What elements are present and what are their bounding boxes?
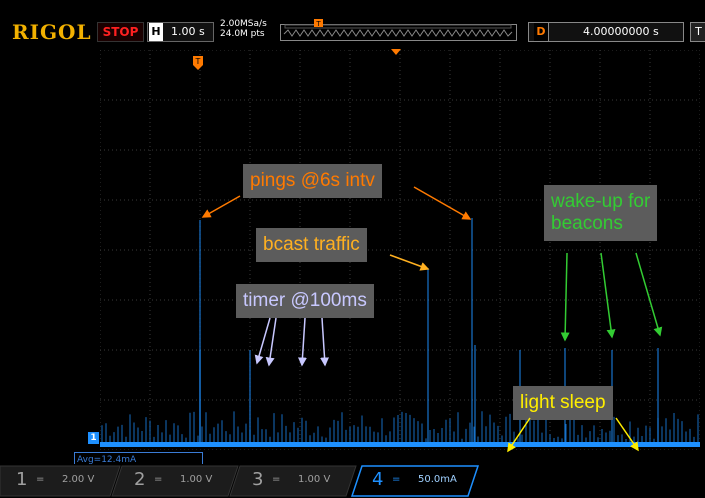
channel-3-scale: 1.00 V <box>298 474 331 485</box>
channel-2-scale: 1.00 V <box>180 474 213 485</box>
oscilloscope-screen: RIGOL STOP H 1.00 s 2.00MSa/s 24.0M pts T… <box>0 0 705 498</box>
channel-1-coupling: = <box>36 474 45 485</box>
arrow-wake-1 <box>560 252 570 342</box>
channel-2-coupling: = <box>154 474 163 485</box>
arrow-pings-left <box>201 195 241 218</box>
channel-4-scale: 50.0mA <box>418 474 457 485</box>
arrow-pings-right <box>413 186 472 220</box>
arrow-sleep-right <box>615 417 639 452</box>
channel-2-number: 2 <box>134 469 146 490</box>
channel-3-coupling: = <box>272 474 281 485</box>
channel-3-number: 3 <box>252 469 264 490</box>
arrow-timer-3 <box>297 317 307 367</box>
channel-4-coupling: = <box>392 474 401 485</box>
arrow-bcast <box>389 254 430 271</box>
annotation-arrows <box>201 186 663 453</box>
channel-1-scale: 2.00 V <box>62 474 95 485</box>
arrow-timer-4 <box>320 317 330 367</box>
arrow-timer-1 <box>254 317 271 365</box>
channel-1-info[interactable]: 1 = 2.00 V <box>10 466 110 494</box>
channel-4-number: 4 <box>372 469 384 490</box>
channel-3-info[interactable]: 3 = 1.00 V <box>246 466 346 494</box>
channel-2-info[interactable]: 2 = 1.00 V <box>128 466 228 494</box>
channel-ground-marker[interactable]: 1 <box>88 432 99 444</box>
arrow-sleep-left <box>507 417 531 453</box>
arrow-wake-2 <box>600 252 616 339</box>
channel-1-number: 1 <box>16 469 28 490</box>
channel-4-info[interactable]: 4 = 50.0mA <box>366 466 466 494</box>
arrow-wake-3 <box>635 252 663 337</box>
arrow-timer-2 <box>265 317 277 367</box>
